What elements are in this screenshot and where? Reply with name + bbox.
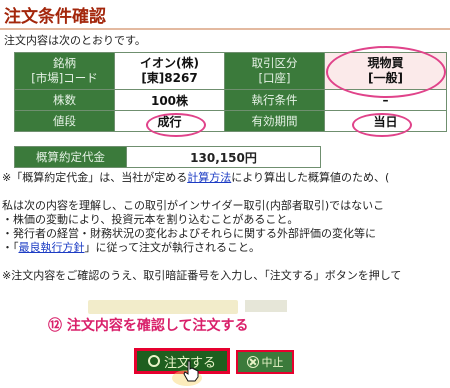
cancel-button[interactable]: 中止 bbox=[236, 350, 294, 374]
circle-icon bbox=[147, 355, 160, 367]
condition-header: 執行条件 bbox=[224, 89, 325, 111]
shares-header: 株数 bbox=[14, 89, 115, 111]
price-value: 成行 bbox=[114, 110, 225, 132]
agreement-line-2: ・株価の変動により、投資元本を割り込むことがあること。 bbox=[2, 213, 299, 226]
cancel-button-label: 中止 bbox=[261, 356, 284, 369]
best-execution-policy-link[interactable]: 最良執行方針 bbox=[19, 241, 85, 254]
agreement-line-3: ・発行者の経営・財務状況の変化およびそれらに関する外部評価の変化等に bbox=[2, 227, 376, 240]
condition-value: – bbox=[324, 89, 447, 111]
period-header: 有効期間 bbox=[224, 110, 325, 132]
brand-value: イオン(株) [東]8267 bbox=[114, 52, 225, 90]
pin-input-blurred[interactable] bbox=[88, 300, 238, 314]
brand-header: 銘柄 [市場]コード bbox=[14, 52, 115, 90]
agreement-line-1: 私は次の内容を理解し、この取引がインサイダー取引(内部者取引)ではないこ bbox=[2, 199, 385, 212]
intro-text: 注文内容は次のとおりです。 bbox=[4, 34, 146, 47]
period-value: 当日 bbox=[324, 110, 447, 132]
step-callout: ⑫ 注文内容を確認して注文する bbox=[48, 318, 249, 334]
hand-cursor-icon bbox=[183, 360, 199, 382]
estimate-header: 概算約定代金 bbox=[14, 146, 127, 168]
order-summary-table: 銘柄 [市場]コード イオン(株) [東]8267 取引区分 [口座] 現物買 … bbox=[14, 52, 447, 132]
agreement-line-4: ・「最良執行方針」に従って注文が執行されること。 bbox=[2, 241, 260, 254]
page-title: 注文条件確認 bbox=[0, 0, 450, 30]
pin-input-extra-blurred bbox=[245, 300, 287, 312]
account-header: 取引区分 [口座] bbox=[224, 52, 325, 90]
estimate-table: 概算約定代金 130,150円 bbox=[14, 146, 321, 168]
calculation-method-link[interactable]: 計算方法 bbox=[187, 171, 231, 184]
account-value: 現物買 [一般] bbox=[324, 52, 447, 90]
estimate-note: ※「概算約定代金」は、当社が定める計算方法により算出した概算値のため、( bbox=[2, 171, 390, 184]
confirm-instruction: ※注文内容をご確認のうえ、取引暗証番号を入力し、「注文する」ボタンを押して bbox=[2, 269, 402, 282]
shares-value: 100株 bbox=[114, 89, 225, 111]
estimate-value: 130,150円 bbox=[126, 146, 321, 168]
price-header: 値段 bbox=[14, 110, 115, 132]
close-icon bbox=[246, 356, 259, 368]
